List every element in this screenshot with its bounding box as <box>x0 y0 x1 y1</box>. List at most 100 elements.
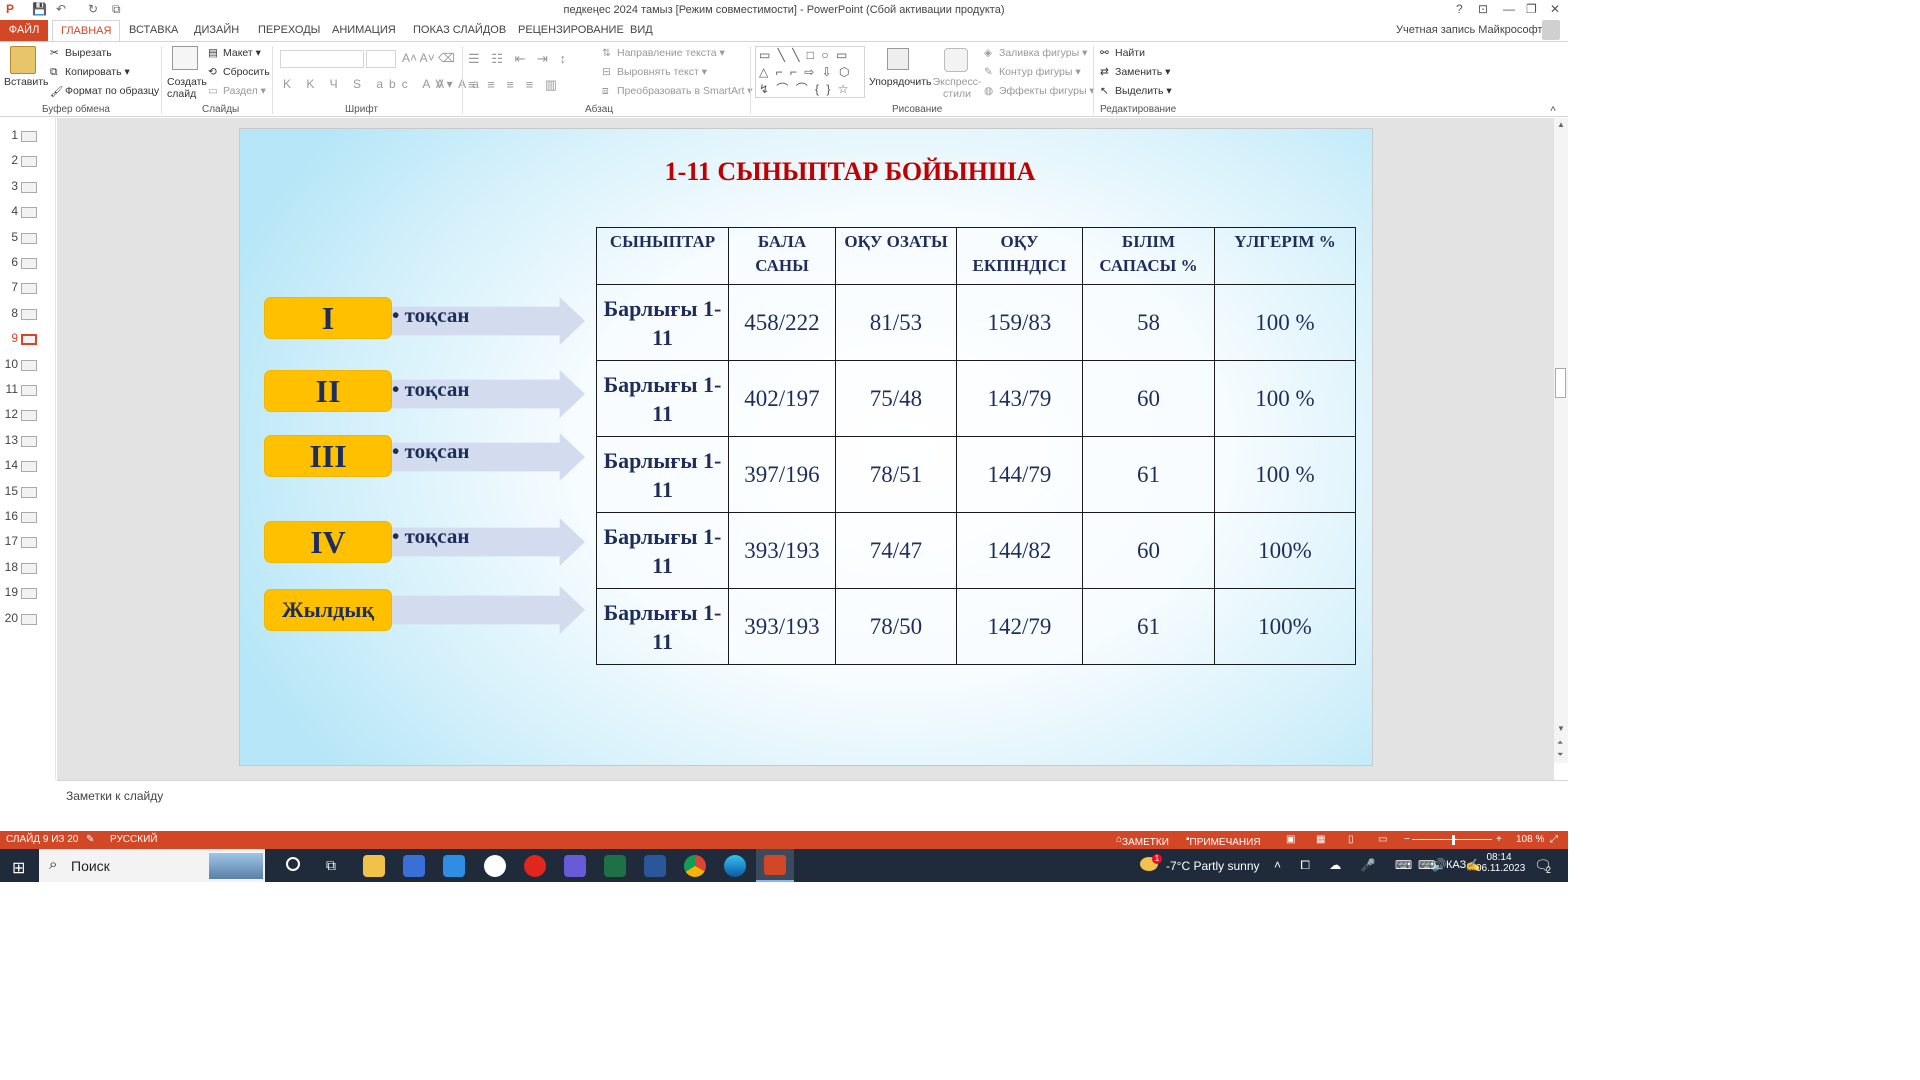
slide-thumbnail[interactable]: 15 <box>0 484 56 502</box>
edge-icon[interactable] <box>724 855 746 877</box>
slide-thumbnail[interactable]: 1 <box>0 128 56 146</box>
tab-view[interactable]: ВИД <box>630 24 653 36</box>
slide-thumbnail[interactable]: 18 <box>0 560 56 578</box>
yandex-icon[interactable] <box>524 855 546 877</box>
avatar[interactable] <box>1542 20 1560 40</box>
slide-canvas[interactable]: 1-11 СЫНЫПТАР БОЙЫНША I • тоқсан II • то… <box>239 128 1373 766</box>
replace-button[interactable]: ⇄ Заменить ▾ <box>1100 66 1170 78</box>
store-icon[interactable] <box>403 855 425 877</box>
slideshow-view-icon[interactable]: ▭ <box>1378 834 1387 845</box>
tab-insert[interactable]: ВСТАВКА <box>129 24 178 36</box>
clock[interactable]: 08:14 06.11.2023 <box>1476 852 1525 874</box>
copy-button[interactable]: ⧉ Копировать ▾ <box>50 66 130 78</box>
comments-toggle[interactable]: ▪ ПРИМЕЧАНИЯ <box>1186 834 1261 848</box>
slide-sorter-icon[interactable]: ▦ <box>1316 834 1325 845</box>
normal-view-icon[interactable]: ▣ <box>1286 834 1295 845</box>
text-direction-button[interactable]: ⇅ Направление текста ▾ <box>602 47 725 59</box>
new-slide-icon[interactable] <box>172 46 198 70</box>
help-button[interactable]: ? <box>1456 2 1463 16</box>
list-indent-icons[interactable]: ☰ ☷ ⇤ ⇥ ↕ <box>468 51 570 67</box>
restore-button[interactable]: ❐ <box>1526 2 1537 16</box>
slide-title[interactable]: 1-11 СЫНЫПТАР БОЙЫНША <box>240 157 1372 187</box>
collapse-ribbon-icon[interactable]: ˄ <box>1550 103 1556 115</box>
reset-button[interactable]: ⟲ Сбросить <box>208 66 270 78</box>
chrome-icon[interactable] <box>684 855 706 877</box>
quarter-box[interactable]: II <box>264 370 392 412</box>
slide-thumbnail[interactable]: 13 <box>0 433 56 451</box>
slide-thumbnail[interactable]: 19 <box>0 585 56 603</box>
quarter-box[interactable]: III <box>264 435 392 477</box>
section-button[interactable]: ▭ Раздел ▾ <box>208 85 266 97</box>
slide-thumbnail[interactable]: 3 <box>0 179 56 197</box>
taskbar-search[interactable]: ⌕ Поиск <box>39 849 265 882</box>
quarter-box[interactable]: IV <box>264 521 392 563</box>
quarter-text[interactable]: • тоқсан <box>392 303 469 328</box>
file-explorer-icon[interactable] <box>363 855 385 877</box>
word-icon[interactable] <box>644 855 666 877</box>
slide-thumbnail[interactable]: 7 <box>0 280 56 298</box>
slide-thumbnail[interactable]: 20 <box>0 611 56 629</box>
previous-slide-icon[interactable]: ⏶ <box>1557 738 1563 748</box>
results-table[interactable]: СЫНЫПТАР БАЛА САНЫ ОҚУ ОЗАТЫ ОҚУ ЕКПІНДІ… <box>596 227 1356 665</box>
mail-icon[interactable] <box>443 855 465 877</box>
font-family-select[interactable] <box>280 50 364 68</box>
format-painter-button[interactable]: 🖌 Формат по образцу <box>50 85 159 98</box>
shape-effects-button[interactable]: ◍ Эффекты фигуры ▾ <box>984 85 1095 97</box>
next-slide-icon[interactable]: ⏷ <box>1557 750 1563 760</box>
excel-icon[interactable] <box>604 855 626 877</box>
slide-thumbnail[interactable]: 9 <box>0 331 56 349</box>
windows-start-icon[interactable]: ⊞ <box>12 858 25 878</box>
quick-styles-button[interactable]: Экспресс-стили <box>932 76 982 100</box>
select-button[interactable]: ↖ Выделить ▾ <box>1100 85 1172 97</box>
weather-text[interactable]: -7°C Partly sunny <box>1166 859 1260 873</box>
task-view-icon[interactable]: ⧉ <box>326 857 336 874</box>
slide-thumbnail[interactable]: 14 <box>0 458 56 476</box>
yandex-browser-icon[interactable] <box>484 855 506 877</box>
scroll-down-icon[interactable]: ▼ <box>1557 724 1565 733</box>
input-language[interactable]: КАЗ <box>1446 859 1466 871</box>
zoom-in-icon[interactable]: + <box>1496 834 1502 845</box>
scroll-up-icon[interactable]: ▲ <box>1557 120 1565 129</box>
paste-button[interactable]: Вставить <box>4 76 49 88</box>
keyboard-icon[interactable]: ⌨ <box>1418 858 1435 872</box>
tab-animations[interactable]: АНИМАЦИЯ <box>332 24 396 36</box>
cortana-icon[interactable] <box>286 857 300 871</box>
close-button[interactable]: ✕ <box>1550 2 1560 16</box>
quick-styles-icon[interactable] <box>944 48 968 72</box>
quarter-text[interactable]: • тоқсан <box>392 377 469 402</box>
tab-file[interactable]: ФАЙЛ <box>0 20 48 41</box>
paste-icon[interactable] <box>10 46 36 74</box>
arrange-icon[interactable] <box>887 48 909 70</box>
layout-button[interactable]: ▤ Макет ▾ <box>208 47 261 59</box>
font-color-icon[interactable]: A ▾ <box>436 77 453 91</box>
notes-placeholder[interactable]: Заметки к слайду <box>66 789 163 803</box>
tab-home[interactable]: ГЛАВНАЯ <box>52 20 121 42</box>
reading-view-icon[interactable]: ▯ <box>1348 834 1354 845</box>
zoom-level[interactable]: 108 % <box>1516 834 1544 845</box>
slide-thumbnail[interactable]: 2 <box>0 153 56 171</box>
powerpoint-taskbar-button[interactable] <box>756 849 794 882</box>
arrow-shape[interactable] <box>390 586 585 634</box>
language-indicator[interactable]: РУССКИЙ <box>110 834 157 845</box>
shape-outline-button[interactable]: ✎ Контур фигуры ▾ <box>984 66 1081 78</box>
quarter-text[interactable]: • тоқсан <box>392 439 469 464</box>
shapes-gallery[interactable]: ▭ ╲ ╲ □ ○ ▭ △ ⌐ ⌐ ⇨ ⇩ ⬡ ↯ ⌒ ⌒ { } ☆ <box>755 46 865 98</box>
slide-thumbnail[interactable]: 5 <box>0 230 56 248</box>
slide-thumbnail[interactable]: 6 <box>0 255 56 273</box>
tab-slideshow[interactable]: ПОКАЗ СЛАЙДОВ <box>413 24 506 36</box>
quarter-text[interactable]: • тоқсан <box>392 524 469 549</box>
tab-design[interactable]: ДИЗАЙН <box>194 24 239 36</box>
minimize-button[interactable]: — <box>1503 2 1515 16</box>
font-grow-shrink-icons[interactable]: A˄ A˅ ⌫ <box>402 51 455 65</box>
slide-thumbnail[interactable]: 10 <box>0 357 56 375</box>
notes-pane[interactable]: Заметки к слайду <box>57 780 1568 830</box>
font-format-icons[interactable]: K K Ч S abc AV Aa <box>283 77 485 91</box>
slide-thumbnail[interactable]: 11 <box>0 382 56 400</box>
font-size-select[interactable] <box>366 50 396 68</box>
scroll-thumb[interactable] <box>1555 368 1566 398</box>
arrange-button[interactable]: Упорядочить <box>869 76 931 88</box>
alignment-icons[interactable]: ≡ ≡ ≡ ≡ ▥ <box>468 77 561 93</box>
slide-thumbnail[interactable]: 12 <box>0 407 56 425</box>
smartart-button[interactable]: ⧈ Преобразовать в SmartArt ▾ <box>602 85 753 97</box>
quarter-box[interactable]: Жылдық <box>264 589 392 631</box>
